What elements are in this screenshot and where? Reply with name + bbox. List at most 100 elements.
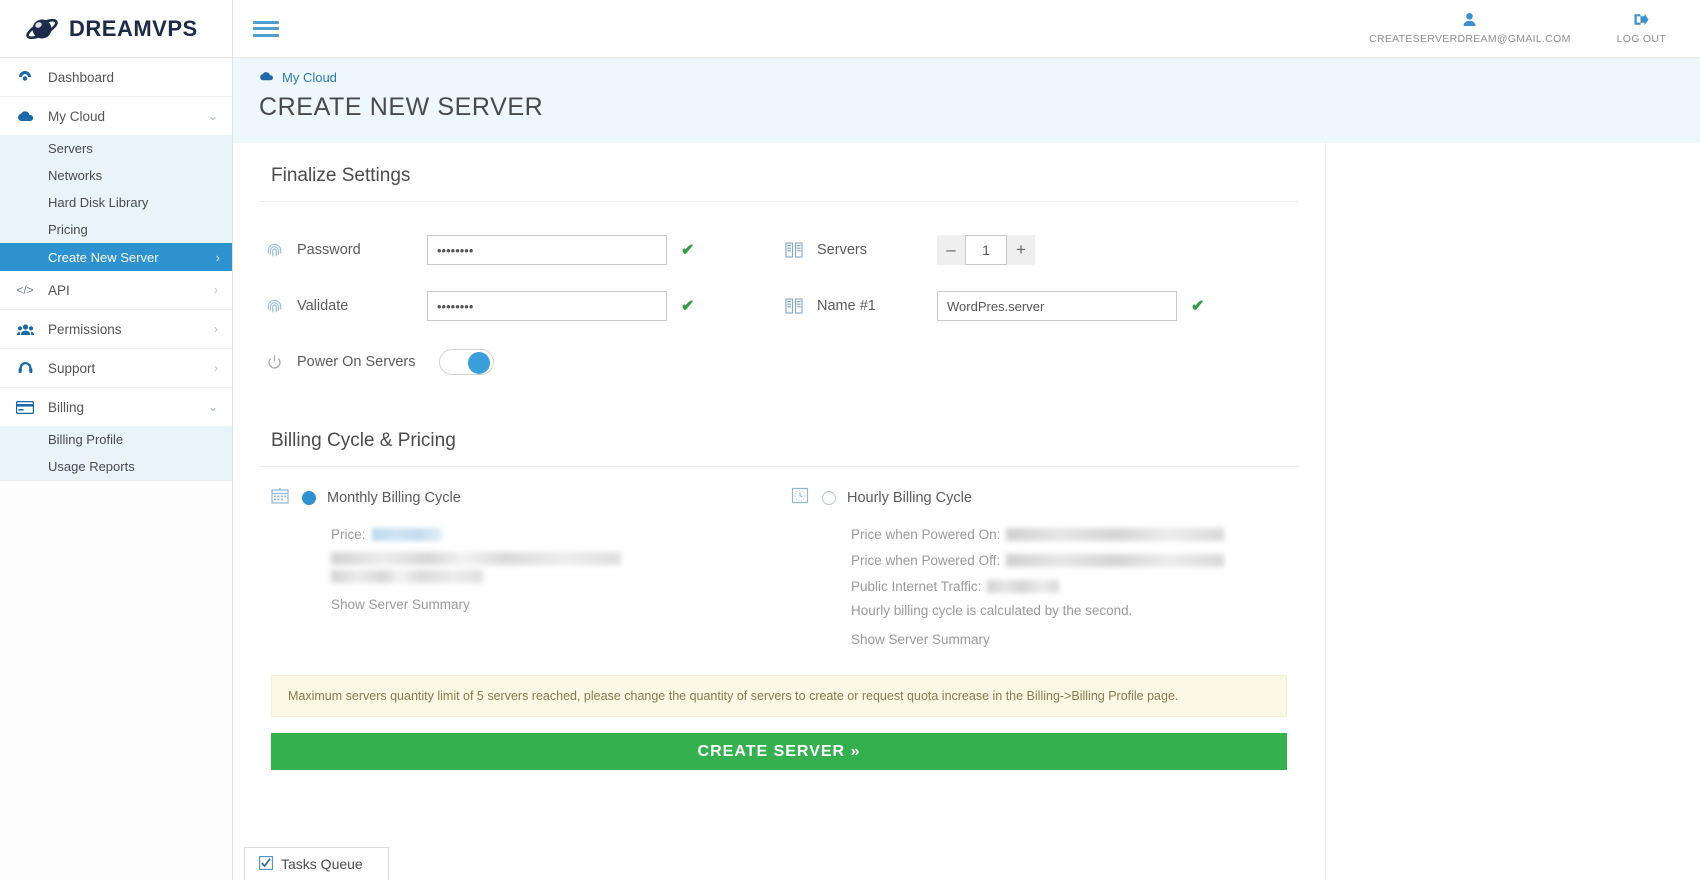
breadcrumb-label: My Cloud xyxy=(282,70,337,85)
headset-icon xyxy=(14,361,36,376)
cloud-icon xyxy=(14,110,36,123)
hourly-traffic-label: Public Internet Traffic: xyxy=(851,578,982,594)
monthly-billing-label: Monthly Billing Cycle xyxy=(327,490,461,506)
password-label: Password xyxy=(297,242,361,258)
finalize-left-column: Password ✔ Validate ✔ Power On Servers xyxy=(259,222,779,390)
server-name-input[interactable] xyxy=(937,291,1177,321)
finalize-settings-title: Finalize Settings xyxy=(259,143,1299,202)
sub-item-label: Billing Profile xyxy=(48,432,124,447)
nav-group-dashboard: Dashboard xyxy=(0,58,232,97)
nav-group-permissions: Permissions › xyxy=(0,310,232,349)
fingerprint-icon xyxy=(259,298,289,315)
dashboard-icon xyxy=(14,69,36,85)
sidebar-item-billing-profile[interactable]: Billing Profile xyxy=(0,426,232,453)
hourly-powered-on-value-redacted xyxy=(1006,527,1225,541)
sidebar-item-label: API xyxy=(48,282,70,298)
validate-input[interactable] xyxy=(427,291,667,321)
user-account-button[interactable]: CREATESERVERDREAM@GMAIL.COM xyxy=(1369,12,1571,45)
sidebar-item-label: Permissions xyxy=(48,321,122,337)
sidebar-item-api[interactable]: </> API › xyxy=(0,271,232,309)
sidebar-item-servers[interactable]: Servers xyxy=(0,135,232,162)
chevron-right-icon: › xyxy=(215,249,220,265)
servers-increment-button[interactable]: + xyxy=(1007,235,1035,265)
sub-item-label: Servers xyxy=(48,141,93,156)
sidebar-item-hard-disk-library[interactable]: Hard Disk Library xyxy=(0,189,232,216)
logout-button[interactable]: LOG OUT xyxy=(1617,12,1666,45)
sidebar-item-label: Support xyxy=(48,360,96,376)
chevron-right-icon: › xyxy=(214,361,218,375)
monthly-billing-header[interactable]: Monthly Billing Cycle xyxy=(271,487,779,509)
validate-label: Validate xyxy=(297,298,349,314)
sidebar-item-my-cloud[interactable]: My Cloud ⌄ xyxy=(0,97,232,135)
quota-warning-message: Maximum servers quantity limit of 5 serv… xyxy=(271,675,1287,717)
power-on-servers-label: Power On Servers xyxy=(297,354,416,370)
validate-valid-icon: ✔ xyxy=(681,298,695,315)
checked-box-icon xyxy=(259,855,273,873)
server-name-row: Name #1 ✔ xyxy=(779,278,1299,334)
server-rack-icon xyxy=(779,298,809,314)
hourly-show-server-summary-link[interactable]: Show Server Summary xyxy=(851,632,1299,647)
sidebar-item-billing[interactable]: Billing ⌄ xyxy=(0,388,232,426)
billing-cycle-title: Billing Cycle & Pricing xyxy=(259,408,1299,467)
hourly-powered-off-value-redacted xyxy=(1006,553,1225,567)
page-title: CREATE NEW SERVER xyxy=(259,93,544,121)
brand-logo[interactable]: DREAMVPS xyxy=(0,0,232,58)
sidebar-item-pricing[interactable]: Pricing xyxy=(0,216,232,243)
server-name-label: Name #1 xyxy=(817,298,876,314)
servers-quantity-value[interactable]: 1 xyxy=(965,235,1007,265)
sidebar-item-support[interactable]: Support › xyxy=(0,349,232,387)
code-icon: </> xyxy=(16,283,34,297)
sidebar-item-usage-reports[interactable]: Usage Reports xyxy=(0,453,232,480)
password-input[interactable] xyxy=(427,235,667,265)
hourly-powered-on-label: Price when Powered On: xyxy=(851,526,1001,542)
chevron-right-icon: › xyxy=(214,322,218,336)
server-name-valid-icon: ✔ xyxy=(1191,298,1205,315)
hourly-billing-radio[interactable] xyxy=(822,491,836,505)
sidebar-item-label: Dashboard xyxy=(48,69,115,85)
nav-group-billing: Billing ⌄ Billing Profile Usage Reports xyxy=(0,388,232,481)
servers-quantity-stepper: – 1 + xyxy=(937,235,1035,265)
credit-card-icon xyxy=(14,400,36,414)
hourly-billing-note: Hourly billing cycle is calculated by th… xyxy=(851,603,1133,618)
chevron-down-icon: ⌄ xyxy=(207,400,218,414)
nav-group-mycloud: My Cloud ⌄ Servers Networks Hard Disk Li… xyxy=(0,97,232,310)
sub-item-label: Hard Disk Library xyxy=(48,195,149,210)
sidebar-item-create-new-server[interactable]: Create New Server › xyxy=(0,243,232,271)
hourly-powered-on-row: Price when Powered On: xyxy=(851,521,1299,547)
user-icon xyxy=(1462,12,1477,30)
hourly-powered-off-row: Price when Powered Off: xyxy=(851,547,1299,573)
sub-item-label: Usage Reports xyxy=(48,459,135,474)
hourly-billing-label: Hourly Billing Cycle xyxy=(847,490,972,506)
sidebar-item-dashboard[interactable]: Dashboard xyxy=(0,58,232,96)
user-email: CREATESERVERDREAM@GMAIL.COM xyxy=(1369,33,1571,45)
sidebar-item-networks[interactable]: Networks xyxy=(0,162,232,189)
password-valid-icon: ✔ xyxy=(681,242,695,259)
monthly-billing-details: Price: Show Server Summary xyxy=(271,509,779,612)
password-row: Password ✔ xyxy=(259,222,779,278)
hourly-billing-header[interactable]: Hourly Billing Cycle xyxy=(791,487,1299,509)
hamburger-icon[interactable] xyxy=(253,18,279,40)
servers-quantity-label: Servers xyxy=(817,242,867,258)
finalize-settings-form: Password ✔ Validate ✔ Power On Servers xyxy=(259,202,1299,390)
monthly-price-row: Price: xyxy=(331,521,779,547)
monthly-price-value-redacted xyxy=(371,527,442,541)
sidebar-item-permissions[interactable]: Permissions › xyxy=(0,310,232,348)
right-empty-panel xyxy=(1326,143,1700,880)
chevron-right-icon: › xyxy=(214,283,218,297)
tasks-queue-button[interactable]: Tasks Queue xyxy=(244,847,389,880)
fingerprint-icon xyxy=(259,242,289,259)
servers-decrement-button[interactable]: – xyxy=(937,235,965,265)
toggle-knob xyxy=(468,352,490,374)
monthly-show-server-summary-link[interactable]: Show Server Summary xyxy=(331,597,779,612)
brand-name: DREAMVPS xyxy=(69,15,198,41)
monthly-billing-option: Monthly Billing Cycle Price: Show Server… xyxy=(259,487,779,647)
main-content: Finalize Settings Password ✔ Validate ✔ xyxy=(233,143,1326,880)
calendar-icon xyxy=(271,487,297,509)
monthly-detail-line-redacted xyxy=(331,570,483,583)
breadcrumb[interactable]: My Cloud xyxy=(259,70,1700,85)
top-bar: CREATESERVERDREAM@GMAIL.COM LOG OUT xyxy=(233,0,1700,58)
power-on-servers-toggle[interactable] xyxy=(439,349,494,375)
monthly-billing-radio[interactable] xyxy=(302,491,316,505)
create-server-button[interactable]: CREATE SERVER » xyxy=(271,733,1287,770)
power-on-servers-row: Power On Servers xyxy=(259,334,779,390)
